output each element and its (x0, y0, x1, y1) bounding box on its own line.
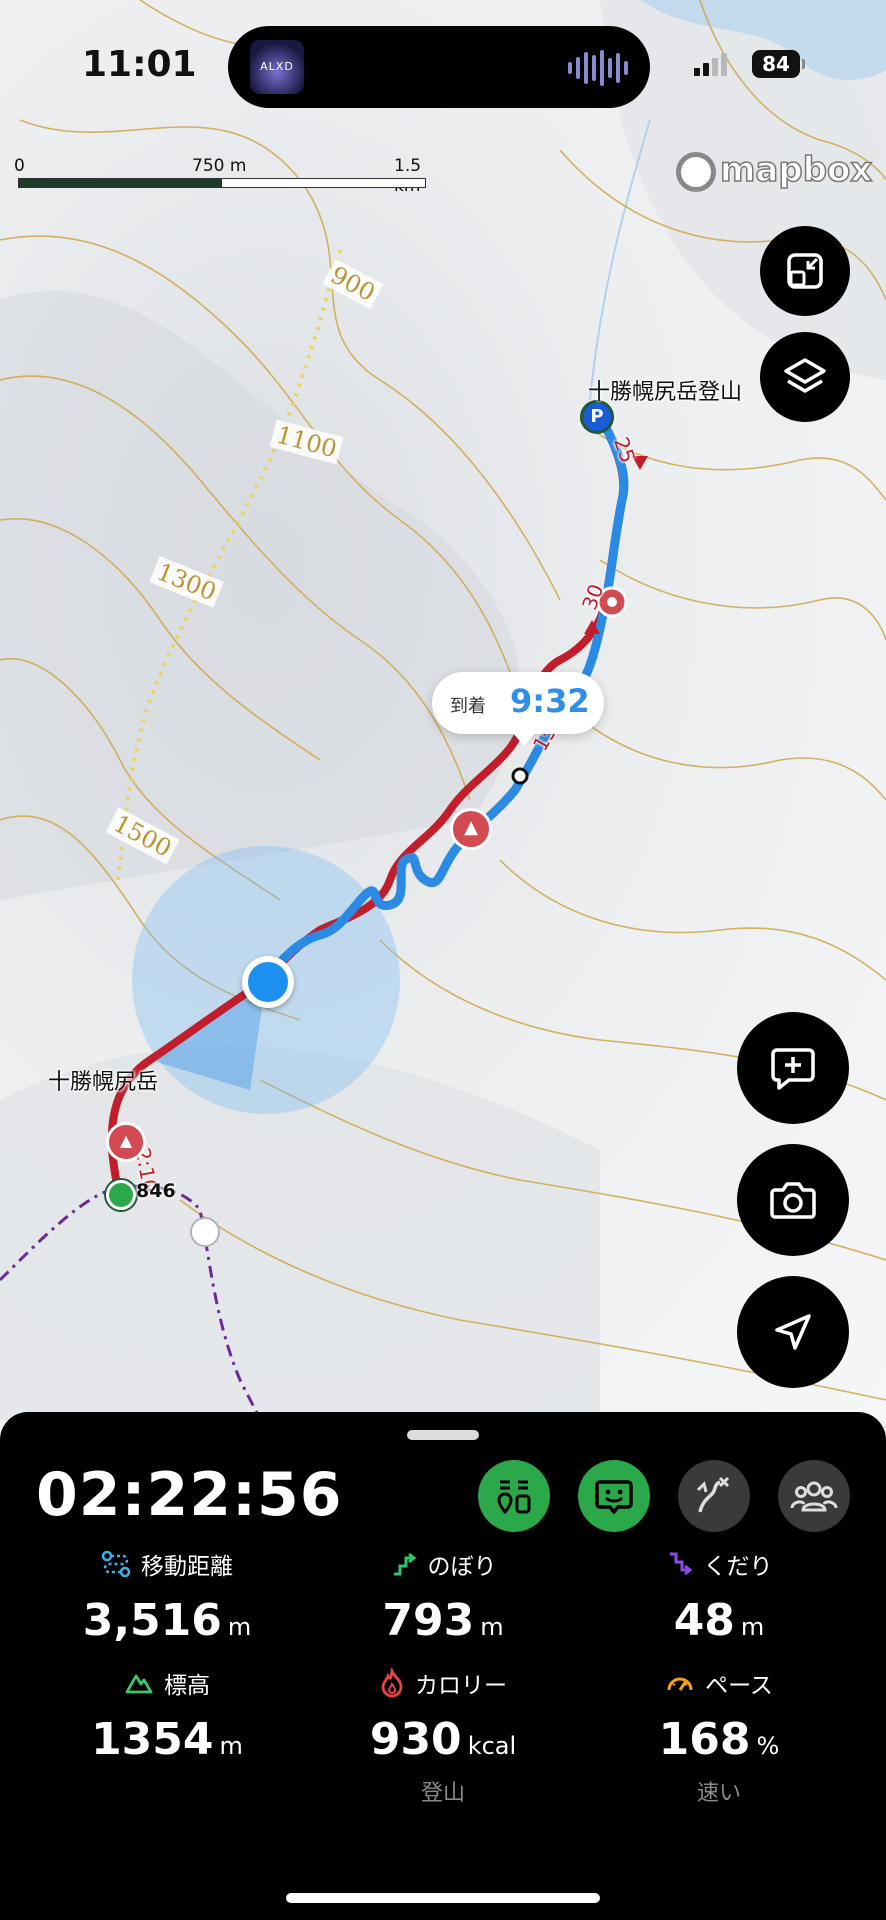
warning-marker-icon[interactable]: ▲ (450, 808, 492, 850)
descent-icon (669, 1552, 692, 1576)
stat-pace: ペース 168% 速い (574, 1666, 864, 1807)
pace-rating: 速い (696, 1781, 741, 1806)
location-arrow-icon (775, 1314, 811, 1350)
dynamic-island[interactable]: ALXD (228, 26, 650, 108)
mapbox-attribution[interactable]: mapbox (676, 149, 873, 192)
scale-end: 1.5 km (394, 156, 422, 196)
mapbox-logo-icon (676, 151, 716, 192)
panel-grabber-handle[interactable] (407, 1430, 479, 1440)
party-members-button[interactable] (778, 1460, 850, 1532)
group-icon (790, 1481, 838, 1512)
fit-route-icon (787, 253, 823, 289)
memo-plus-icon (771, 1048, 815, 1090)
current-location-dot (242, 956, 294, 1008)
weather-button[interactable] (478, 1460, 550, 1532)
scale-mid: 750 m (192, 156, 247, 176)
chat-button[interactable] (578, 1460, 650, 1532)
add-memo-button[interactable] (737, 1012, 849, 1124)
status-bar: 11:01 ALXD 84 (0, 0, 886, 130)
elapsed-time: 02:22:56 (36, 1460, 343, 1530)
locate-me-button[interactable] (737, 1276, 849, 1388)
camera-icon (770, 1182, 816, 1219)
stat-calories: カロリー 930 kcal 登山 (298, 1666, 588, 1807)
cellular-signal-icon (694, 52, 727, 76)
route-distance-icon (101, 1550, 131, 1578)
home-indicator[interactable] (286, 1893, 600, 1903)
checkpoint-list-icon (497, 1480, 531, 1515)
trailhead-label: 十勝幌尻岳登山 (588, 380, 743, 405)
arrival-label: 到着 (450, 696, 486, 717)
fit-route-button[interactable] (760, 226, 850, 316)
audio-waveform-icon (568, 50, 628, 86)
stat-elevation: 標高 1354 m (22, 1666, 312, 1765)
layers-icon (784, 358, 826, 393)
map-view[interactable]: 11:01 ALXD 84 0 750 m 1.5 km mapbox 900 … (0, 0, 886, 1420)
calorie-activity-type: 登山 (420, 1781, 465, 1806)
peak-elevation-label: 846 (136, 1180, 176, 1202)
scale-start: 0 (14, 156, 25, 176)
smile-chat-icon (595, 1480, 633, 1514)
map-scale-bar: 0 750 m 1.5 km (14, 156, 426, 196)
arrival-time: 9:32 (510, 682, 590, 720)
ascent-icon (393, 1552, 416, 1576)
stat-distance: 移動距離 3,516 m (22, 1547, 312, 1646)
camera-button[interactable] (737, 1144, 849, 1256)
stat-ascent: のぼり 793 m (298, 1547, 588, 1646)
arrival-callout[interactable]: 到着 9:32 (432, 672, 604, 746)
elevation-icon (125, 1674, 153, 1694)
warning-marker-icon[interactable]: ▲ (106, 1122, 146, 1162)
stat-descent: くだり 48 m (574, 1547, 864, 1646)
activity-panel[interactable]: 02:22:56 移動距離 3,516 m のぼり 793 m くだり 48 m… (0, 1412, 886, 1920)
off-route-icon (696, 1476, 730, 1513)
calorie-icon (381, 1668, 403, 1698)
summit-marker-icon[interactable] (106, 1180, 136, 1210)
album-art: ALXD (250, 40, 304, 94)
off-route-button[interactable] (678, 1460, 750, 1532)
battery-indicator: 84 (752, 50, 805, 78)
summit-label: 十勝幌尻岳 (48, 1070, 159, 1095)
pace-icon (667, 1677, 693, 1691)
clock: 11:01 (82, 44, 197, 85)
layers-button[interactable] (760, 332, 850, 422)
